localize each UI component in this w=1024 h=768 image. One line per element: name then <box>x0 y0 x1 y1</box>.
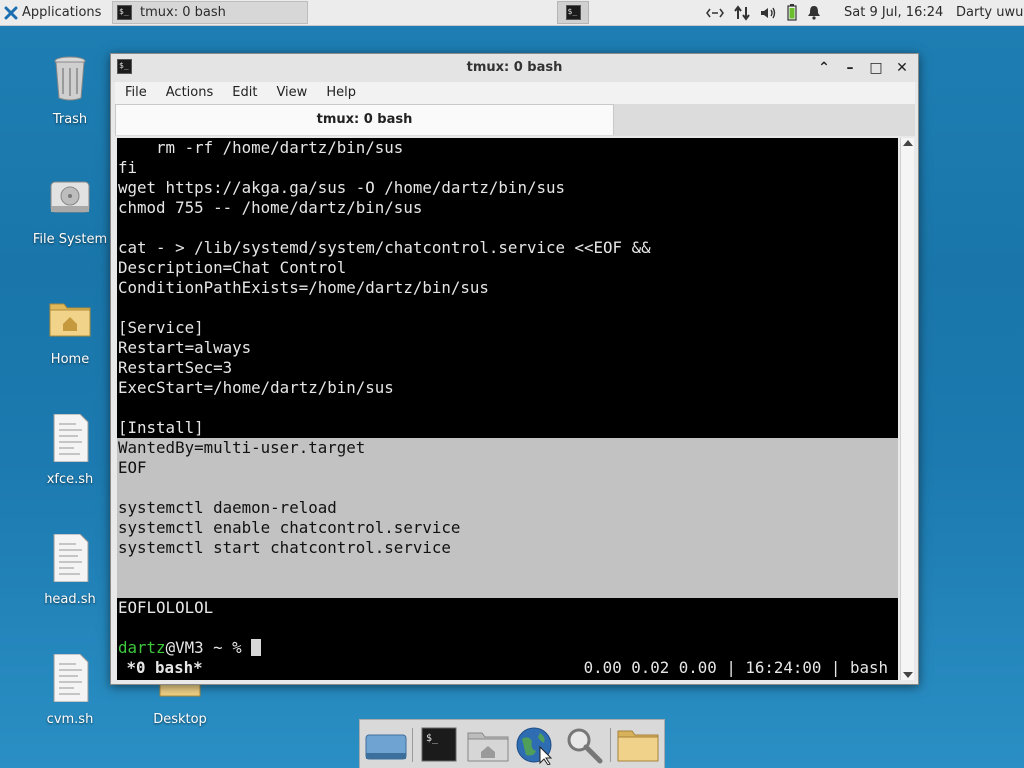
desktop-icon-label: head.sh <box>44 592 96 607</box>
maximize-window-icon[interactable]: □ <box>866 58 886 78</box>
terminal-line: [Service] <box>118 318 204 337</box>
clock[interactable]: Sat 9 Jul, 16:24 <box>844 5 943 20</box>
menu-edit[interactable]: Edit <box>222 82 266 104</box>
volume-icon[interactable] <box>760 6 777 20</box>
trash-icon <box>54 56 86 101</box>
hard-drive-icon <box>50 181 90 213</box>
shell-prompt[interactable]: dartz@VM3 ~ % <box>118 638 262 658</box>
prompt-host-path: @VM3 ~ % <box>165 638 252 657</box>
network-icon[interactable] <box>706 6 724 20</box>
top-panel: Applications $_ tmux: 0 bash $_ Sat 9 Ju… <box>0 0 1024 26</box>
system-tray <box>706 0 821 25</box>
window-title: tmux: 0 bash <box>466 60 563 75</box>
terminal-line: cat - > /lib/systemd/system/chatcontrol.… <box>118 238 651 257</box>
taskbar-item-tmux[interactable]: $_ tmux: 0 bash <box>112 1 308 24</box>
tab-bar: tmux: 0 bash <box>115 104 915 136</box>
xfce-logo-icon <box>4 6 18 19</box>
desktop-icon-xfce-sh[interactable]: xfce.sh <box>22 413 118 487</box>
tmux-status-right: 0.00 0.02 0.00 | 16:24:00 | bash <box>583 658 888 677</box>
window-controls: ⌃ – □ ✕ <box>814 58 912 78</box>
desktop-icon-trash[interactable]: Trash <box>22 54 118 127</box>
terminal-line: chmod 755 -- /home/dartz/bin/sus <box>118 198 423 217</box>
tab-tmux-bash[interactable]: tmux: 0 bash <box>115 104 614 135</box>
file-manager-icon[interactable] <box>466 725 510 765</box>
desktop-icon-label: cvm.sh <box>46 712 94 727</box>
minimize-window-icon[interactable]: – <box>840 58 860 78</box>
terminal-line-selected: EOF <box>118 458 147 477</box>
text-file-icon <box>53 653 89 703</box>
terminal-icon: $_ <box>117 5 132 20</box>
battery-icon[interactable] <box>787 4 797 21</box>
terminal-line: ConditionPathExists=/home/dartz/bin/sus <box>118 278 489 297</box>
terminal-scrollbar[interactable] <box>900 138 914 680</box>
terminal-line-selected: WantedBy=multi-user.target <box>118 438 366 457</box>
terminal-line-selected: systemctl daemon-reload <box>118 498 337 517</box>
text-file-icon <box>53 533 89 583</box>
terminal-output[interactable]: rm -rf /home/dartz/bin/sus fi wget https… <box>117 138 898 680</box>
user-menu[interactable]: Darty uwu <box>956 5 1023 20</box>
terminal-line: Restart=always <box>118 338 252 357</box>
prompt-user: dartz <box>118 638 166 657</box>
notification-bell-icon[interactable] <box>807 5 821 20</box>
web-browser-icon[interactable] <box>514 725 558 765</box>
terminal-line: Description=Chat Control <box>118 258 347 277</box>
dock-separator <box>412 728 413 762</box>
desktop-icon-file-system[interactable]: File System <box>22 174 118 247</box>
applications-label: Applications <box>22 5 102 20</box>
shade-window-icon[interactable]: ⌃ <box>814 58 834 78</box>
terminal-line: wget https://akga.ga/sus -O /home/dartz/… <box>118 178 565 197</box>
desktop-icon-label: xfce.sh <box>46 472 94 487</box>
menu-view[interactable]: View <box>266 82 316 104</box>
terminal-line: ExecStart=/home/dartz/bin/sus <box>118 378 394 397</box>
folder-icon[interactable] <box>616 725 660 765</box>
desktop-icon-label: Home <box>50 352 90 367</box>
home-folder-icon <box>49 303 91 337</box>
terminal-line: [Install] <box>118 418 204 437</box>
desktop-icon-home[interactable]: Home <box>22 294 118 367</box>
desktop-icon-label: File System <box>32 232 108 247</box>
terminal-line-selected: systemctl enable chatcontrol.service <box>118 518 461 537</box>
text-cursor <box>251 639 262 656</box>
desktop-icon-cvm-sh[interactable]: cvm.sh <box>22 653 118 727</box>
window-titlebar[interactable]: $_ tmux: 0 bash ⌃ – □ ✕ <box>111 54 918 82</box>
menu-bar: File Actions Edit View Help <box>115 82 915 104</box>
menu-actions[interactable]: Actions <box>156 82 223 104</box>
workspace-switcher[interactable]: $_ <box>557 1 589 24</box>
terminal-window: $_ tmux: 0 bash ⌃ – □ ✕ File Actions Edi… <box>110 53 919 685</box>
terminal-icon: $_ <box>565 5 581 20</box>
show-desktop-icon[interactable] <box>364 725 408 765</box>
search-icon[interactable] <box>562 725 606 765</box>
terminal-line-selected: systemctl start chatcontrol.service <box>118 538 451 557</box>
menu-file[interactable]: File <box>115 82 156 104</box>
dock-separator <box>610 728 611 762</box>
menu-help[interactable]: Help <box>316 82 365 104</box>
terminal-line: EOFLOLOLOL <box>118 598 214 617</box>
scroll-down-icon[interactable] <box>903 672 913 678</box>
text-file-icon <box>53 413 89 463</box>
terminal-line: fi <box>118 158 138 177</box>
desktop-icon-head-sh[interactable]: head.sh <box>22 533 118 607</box>
taskbar-item-label: tmux: 0 bash <box>140 5 226 20</box>
applications-menu-button[interactable]: Applications <box>4 3 101 22</box>
terminal-launcher-icon[interactable]: $_ <box>418 725 462 765</box>
transfer-arrows-icon[interactable] <box>734 4 750 21</box>
desktop-icon-label: Trash <box>52 112 88 127</box>
dock-panel: $_ <box>359 719 665 768</box>
tmux-status-left: *0 bash* <box>117 658 203 677</box>
svg-text:$_: $_ <box>426 733 439 744</box>
terminal-line: RestartSec=3 <box>118 358 233 377</box>
terminal-line: rm -rf /home/dartz/bin/sus <box>118 138 404 157</box>
scroll-up-icon[interactable] <box>903 140 913 146</box>
close-window-icon[interactable]: ✕ <box>892 58 912 78</box>
desktop-icon-label: Desktop <box>153 712 207 727</box>
